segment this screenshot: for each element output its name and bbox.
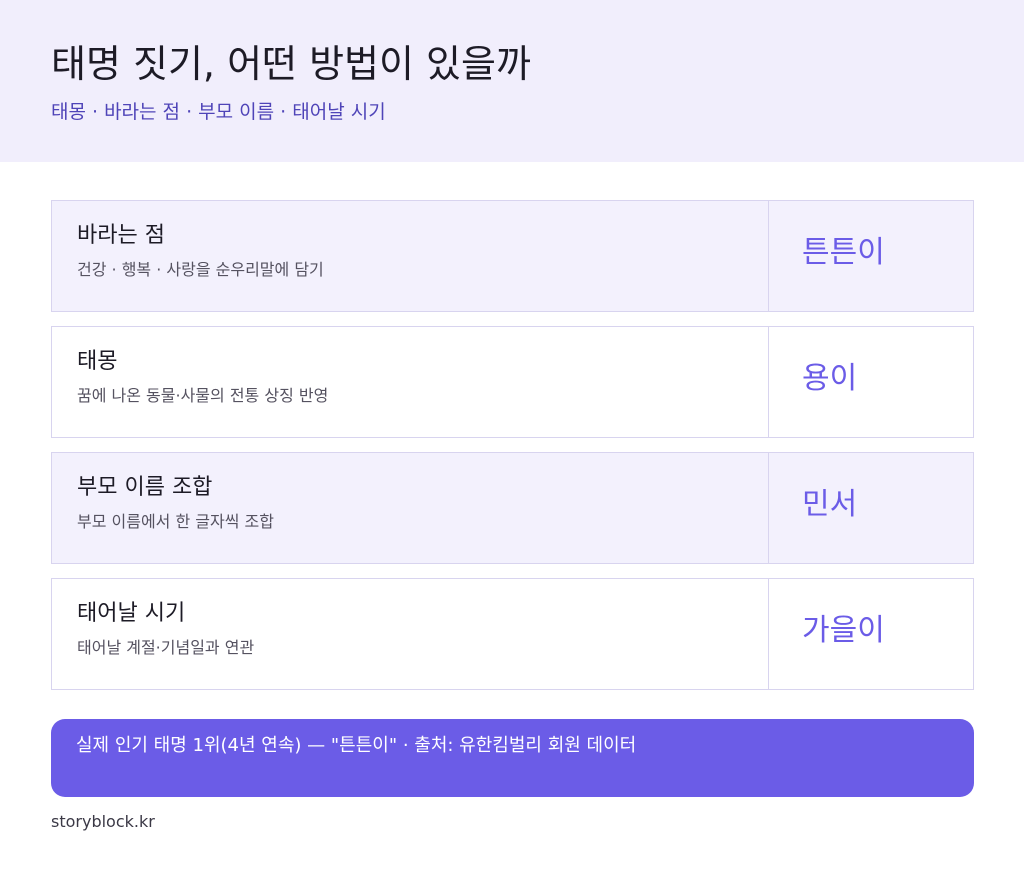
method-row-parent-names: 부모 이름 조합 부모 이름에서 한 글자씩 조합 민서 xyxy=(51,452,974,564)
header: 태명 짓기, 어떤 방법이 있을까 태몽 · 바라는 점 · 부모 이름 · 태… xyxy=(0,0,1024,162)
method-row-main: 바라는 점 건강 · 행복 · 사랑을 순우리말에 담기 xyxy=(52,201,769,311)
banner-text: 실제 인기 태명 1위(4년 연속) — "튼튼이" · 출처: 유한킴벌리 회… xyxy=(76,735,637,756)
method-row-dream: 태몽 꿈에 나온 동물·사물의 전통 상징 반영 용이 xyxy=(51,326,974,438)
method-description: 태어날 계절·기념일과 연관 xyxy=(77,638,255,657)
method-row-main: 태어날 시기 태어날 계절·기념일과 연관 xyxy=(52,579,769,689)
method-row-wish: 바라는 점 건강 · 행복 · 사랑을 순우리말에 담기 튼튼이 xyxy=(51,200,974,312)
method-description: 부모 이름에서 한 글자씩 조합 xyxy=(77,512,274,531)
method-label: 태몽 xyxy=(77,349,118,374)
method-row-main: 부모 이름 조합 부모 이름에서 한 글자씩 조합 xyxy=(52,453,769,563)
method-example: 민서 xyxy=(802,487,858,522)
method-list: 바라는 점 건강 · 행복 · 사랑을 순우리말에 담기 튼튼이 태몽 꿈에 나… xyxy=(51,200,974,704)
highlight-banner: 실제 인기 태명 1위(4년 연속) — "튼튼이" · 출처: 유한킴벌리 회… xyxy=(51,719,974,797)
page-subtitle: 태몽 · 바라는 점 · 부모 이름 · 태어날 시기 xyxy=(51,101,386,123)
method-example: 가을이 xyxy=(802,613,885,648)
method-example: 튼튼이 xyxy=(802,235,885,270)
footer-source: storyblock.kr xyxy=(51,812,155,831)
method-row-main: 태몽 꿈에 나온 동물·사물의 전통 상징 반영 xyxy=(52,327,769,437)
page-title: 태명 짓기, 어떤 방법이 있을까 xyxy=(51,42,531,86)
method-label: 바라는 점 xyxy=(77,223,165,248)
method-label: 태어날 시기 xyxy=(77,601,186,626)
method-row-birth-season: 태어날 시기 태어날 계절·기념일과 연관 가을이 xyxy=(51,578,974,690)
method-label: 부모 이름 조합 xyxy=(77,475,213,500)
method-description: 건강 · 행복 · 사랑을 순우리말에 담기 xyxy=(77,260,324,279)
method-description: 꿈에 나온 동물·사물의 전통 상징 반영 xyxy=(77,386,329,405)
page: 태명 짓기, 어떤 방법이 있을까 태몽 · 바라는 점 · 부모 이름 · 태… xyxy=(0,0,1024,870)
method-example: 용이 xyxy=(802,361,858,396)
